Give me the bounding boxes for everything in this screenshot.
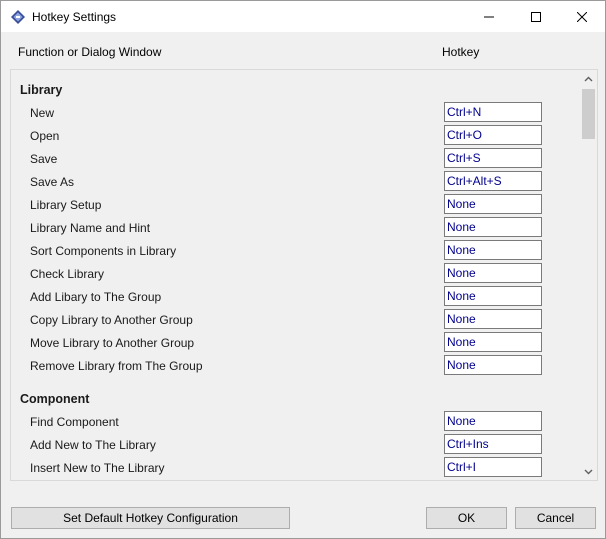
- title-bar: Hotkey Settings: [1, 1, 605, 32]
- row-label-insert-new: Insert New to The Library: [30, 461, 165, 475]
- minimize-button[interactable]: [466, 1, 512, 32]
- hotkey-field-insert-new[interactable]: Ctrl+I: [444, 457, 542, 477]
- row-label-add-library-group: Add Libary to The Group: [30, 290, 162, 304]
- window-title: Hotkey Settings: [32, 10, 117, 24]
- maximize-button[interactable]: [513, 1, 559, 32]
- hotkey-field-open[interactable]: Ctrl+O: [444, 125, 542, 145]
- hotkey-field-remove-library[interactable]: None: [444, 355, 542, 375]
- hotkey-field-library-name-hint[interactable]: None: [444, 217, 542, 237]
- row-label-library-setup: Library Setup: [30, 198, 102, 212]
- row-label-remove-library: Remove Library from The Group: [30, 359, 203, 373]
- hotkey-field-library-setup[interactable]: None: [444, 194, 542, 214]
- maximize-icon: [531, 11, 541, 22]
- hotkey-field-save[interactable]: Ctrl+S: [444, 148, 542, 168]
- hotkey-settings-window: Hotkey Settings Function or Dialog Windo…: [0, 0, 606, 539]
- scroll-up-arrow-icon: [584, 76, 593, 81]
- row-label-check-library: Check Library: [30, 267, 105, 281]
- hotkey-field-check-library[interactable]: None: [444, 263, 542, 283]
- row-label-open: Open: [30, 129, 60, 143]
- scrollbar-thumb[interactable]: [582, 89, 595, 139]
- close-button[interactable]: [559, 1, 605, 32]
- row-label-save-as: Save As: [30, 175, 75, 189]
- row-label-library-name-hint: Library Name and Hint: [30, 221, 151, 235]
- minimize-icon: [484, 16, 494, 17]
- hotkey-field-move-library[interactable]: None: [444, 332, 542, 352]
- close-icon: [577, 11, 587, 22]
- row-label-add-new: Add New to The Library: [30, 438, 156, 452]
- hotkey-field-sort-components[interactable]: None: [444, 240, 542, 260]
- set-default-hotkey-button[interactable]: Set Default Hotkey Configuration: [11, 507, 290, 529]
- vertical-scrollbar[interactable]: [580, 70, 597, 480]
- cancel-button[interactable]: Cancel: [515, 507, 596, 529]
- row-label-find-component: Find Component: [30, 415, 119, 429]
- row-label-save: Save: [30, 152, 58, 166]
- hotkey-field-copy-library[interactable]: None: [444, 309, 542, 329]
- row-label-copy-library: Copy Library to Another Group: [30, 313, 193, 327]
- scroll-down-button[interactable]: [580, 463, 597, 480]
- row-label-new: New: [30, 106, 55, 120]
- hotkey-field-save-as[interactable]: Ctrl+Alt+S: [444, 171, 542, 191]
- hotkey-field-find-component[interactable]: None: [444, 411, 542, 431]
- hotkey-field-new[interactable]: Ctrl+N: [444, 102, 542, 122]
- scroll-down-arrow-icon: [584, 469, 593, 474]
- group-title-library: Library: [20, 83, 63, 97]
- hotkey-list[interactable]: Library New Ctrl+N Open Ctrl+O Save Ctrl…: [10, 69, 598, 481]
- ok-button[interactable]: OK: [426, 507, 507, 529]
- hotkey-field-add-new[interactable]: Ctrl+Ins: [444, 434, 542, 454]
- row-label-move-library: Move Library to Another Group: [30, 336, 195, 350]
- hotkey-field-add-library-group[interactable]: None: [444, 286, 542, 306]
- hotkey-column-header: Hotkey: [442, 45, 480, 59]
- group-title-component: Component: [20, 392, 90, 406]
- scroll-up-button[interactable]: [580, 70, 597, 87]
- function-column-header: Function or Dialog Window: [18, 45, 162, 59]
- app-diamond-icon: [11, 10, 25, 24]
- row-label-sort-components: Sort Components in Library: [30, 244, 177, 258]
- column-header: Function or Dialog Window Hotkey: [1, 32, 605, 68]
